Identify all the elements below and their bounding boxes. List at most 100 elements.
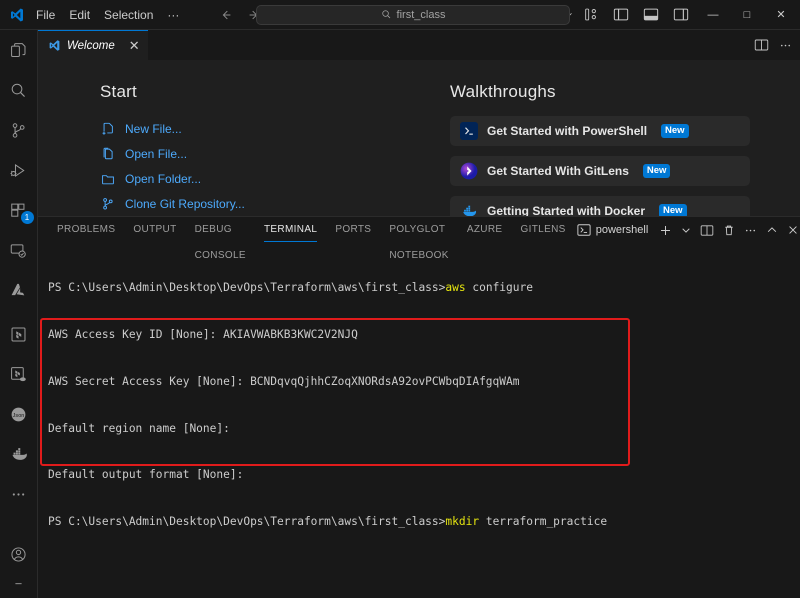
run-debug-icon	[9, 161, 28, 180]
terminal-line: AWS Secret Access Key [None]: BCNDqvqQjh…	[48, 374, 520, 388]
sidebar-item-search[interactable]	[0, 70, 38, 110]
terminal-command: mkdir	[445, 515, 480, 529]
walkthrough-docker[interactable]: Getting Started with Docker New	[450, 196, 750, 216]
title-bar: File Edit Selection ··· first_class — □ …	[0, 0, 800, 30]
menu-more[interactable]: ···	[167, 8, 179, 22]
remote-explorer-icon	[9, 241, 28, 260]
terminal-command: aws	[445, 281, 466, 295]
tab-welcome[interactable]: Welcome ✕	[38, 30, 148, 60]
active-terminal-label[interactable]: powershell	[575, 223, 655, 237]
bottom-panel: PROBLEMS OUTPUT DEBUG CONSOLE TERMINAL P…	[38, 216, 800, 598]
sidebar-item-azure[interactable]	[0, 270, 38, 310]
tab-gitlens[interactable]: GITLENS	[511, 217, 574, 243]
open-file-icon	[100, 147, 116, 161]
ellipsis-icon[interactable]	[774, 30, 796, 60]
sidebar-item-remote-explorer[interactable]	[0, 230, 38, 270]
toggle-secondary-sidebar-icon[interactable]	[666, 2, 696, 28]
git-branch-icon	[100, 197, 116, 211]
panel-tab-bar: PROBLEMS OUTPUT DEBUG CONSOLE TERMINAL P…	[38, 217, 800, 261]
vscode-window: File Edit Selection ··· first_class — □ …	[0, 0, 800, 598]
new-file-icon	[100, 122, 116, 136]
search-icon	[9, 81, 28, 100]
sidebar-item-run-and-debug[interactable]	[0, 150, 38, 190]
chevron-down-icon[interactable]	[677, 217, 695, 243]
ellipsis-icon[interactable]	[740, 217, 761, 243]
walkthrough-powershell[interactable]: Get Started with PowerShell New	[450, 116, 750, 146]
close-panel-button[interactable]	[783, 217, 800, 243]
menu-selection[interactable]: Selection	[104, 8, 153, 22]
titlebar-right-controls: — □ ✕	[534, 0, 800, 30]
status-badge: New	[642, 164, 671, 178]
sidebar-item-extensions[interactable]: 1	[0, 190, 38, 230]
json-icon: Json	[9, 405, 28, 424]
close-icon[interactable]: ✕	[129, 38, 140, 54]
terminal-line: PS C:\Users\Admin\Desktop\DevOps\Terrafo…	[48, 514, 800, 530]
terminal-output[interactable]: PS C:\Users\Admin\Desktop\DevOps\Terrafo…	[38, 243, 800, 598]
tab-polyglot-notebook[interactable]: POLYGLOT NOTEBOOK	[380, 217, 457, 261]
vscode-logo-icon	[48, 39, 61, 52]
window-minimize-button[interactable]: —	[696, 0, 730, 30]
start-item-label: Open Folder...	[125, 171, 202, 186]
walkthrough-label: Get Started With GitLens	[487, 164, 629, 178]
sidebar-item-terraform-cloud[interactable]	[0, 354, 38, 394]
toggle-primary-sidebar-icon[interactable]	[606, 2, 636, 28]
welcome-page: Start New File... Open File... Open Fold…	[38, 60, 800, 216]
search-input[interactable]: first_class	[397, 9, 446, 21]
command-center-search[interactable]: first_class	[256, 4, 570, 25]
split-editor-icon[interactable]	[750, 30, 772, 60]
window-close-button[interactable]: ✕	[764, 0, 798, 30]
vscode-logo-icon	[0, 7, 34, 23]
settings-button[interactable]	[0, 574, 38, 598]
sidebar-item-json-crack[interactable]: Json	[0, 394, 38, 434]
new-terminal-button[interactable]	[655, 217, 676, 243]
terminal-line: AWS Access Key ID [None]: AKIAVWABKB3KWC…	[48, 327, 358, 341]
start-item-label: Clone Git Repository...	[125, 196, 245, 211]
walkthrough-gitlens[interactable]: Get Started With GitLens New	[450, 156, 750, 186]
ellipsis-icon	[9, 485, 28, 504]
gitlens-icon	[460, 162, 478, 180]
terminal-args: configure	[465, 281, 533, 295]
account-icon	[9, 545, 28, 564]
terraform-cloud-icon	[9, 365, 28, 384]
welcome-walkthroughs-section: Walkthroughs Get Started with PowerShell…	[450, 82, 750, 216]
sidebar-item-more-views[interactable]	[0, 474, 38, 514]
arrow-left-icon[interactable]	[219, 8, 233, 22]
menu-edit[interactable]: Edit	[69, 8, 90, 22]
split-terminal-icon[interactable]	[696, 217, 718, 243]
tab-azure[interactable]: AZURE	[458, 217, 512, 243]
account-button[interactable]	[0, 534, 38, 574]
start-new-file[interactable]: New File...	[100, 116, 450, 141]
tab-problems[interactable]: PROBLEMS	[48, 217, 124, 243]
tab-ports[interactable]: PORTS	[326, 217, 380, 243]
gear-icon	[10, 581, 27, 591]
files-icon	[9, 41, 28, 60]
toggle-panel-icon[interactable]	[636, 2, 666, 28]
start-clone-git-repository[interactable]: Clone Git Repository...	[100, 191, 450, 216]
sidebar-item-docker[interactable]	[0, 434, 38, 474]
docker-icon	[460, 202, 478, 216]
sidebar-item-explorer[interactable]	[0, 30, 38, 70]
start-open-folder[interactable]: Open Folder...	[100, 166, 450, 191]
sidebar-item-source-control[interactable]	[0, 110, 38, 150]
terraform-icon	[9, 325, 28, 344]
window-maximize-button[interactable]: □	[730, 0, 764, 30]
terminal-prompt: PS C:\Users\Admin\Desktop\DevOps\Terrafo…	[48, 281, 446, 295]
sidebar-item-terraform[interactable]	[0, 314, 38, 354]
editor-area: Welcome ✕ Start New File... Open File...…	[38, 30, 800, 598]
trash-icon[interactable]	[719, 217, 739, 243]
customize-layout-icon[interactable]	[576, 2, 606, 28]
tab-debug-console[interactable]: DEBUG CONSOLE	[186, 217, 255, 261]
tab-terminal[interactable]: TERMINAL	[255, 217, 326, 243]
hide-panel-button[interactable]	[762, 217, 782, 243]
tab-output[interactable]: OUTPUT	[124, 217, 185, 243]
start-open-file[interactable]: Open File...	[100, 141, 450, 166]
powershell-icon	[577, 223, 591, 237]
status-badge: New	[661, 124, 689, 138]
editor-tab-bar: Welcome ✕	[38, 30, 800, 60]
workbench-body: 1 Json Welcome ✕ Start New File... Open …	[0, 30, 800, 598]
menu-file[interactable]: File	[36, 8, 55, 22]
menu-bar[interactable]: File Edit Selection ···	[34, 8, 179, 22]
start-heading: Start	[100, 82, 137, 101]
terminal-line: PS C:\Users\Admin\Desktop\DevOps\Terrafo…	[48, 280, 800, 296]
